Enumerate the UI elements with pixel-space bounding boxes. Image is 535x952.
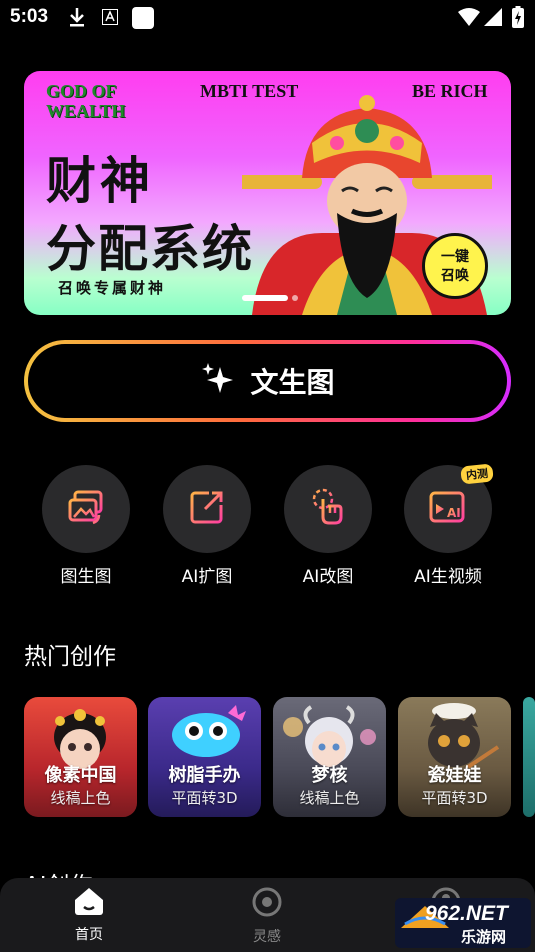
card-subtitle: 平面转3D	[421, 789, 488, 807]
tab-label: 灵感	[253, 929, 281, 945]
card-title: 树脂手办	[168, 765, 241, 786]
carousel-indicator	[292, 295, 298, 301]
tool-image-to-image[interactable]: 图生图	[41, 465, 131, 587]
watermark-brand: 962.NET	[425, 902, 508, 925]
card-subtitle: 线稿上色	[50, 789, 111, 807]
tool-label: AI改图	[302, 567, 354, 587]
status-bar: 5:03	[0, 0, 535, 36]
hot-card-resin-figure[interactable]: 树脂手办 平面转3D	[148, 697, 261, 817]
promo-banner[interactable]: GOD OF WEALTH MBTI TEST BE RICH 财神 分配系统 …	[24, 71, 511, 315]
tool-label: 图生图	[60, 567, 112, 587]
card-subtitle: 线稿上色	[299, 789, 360, 807]
card-subtitle: 平面转3D	[171, 789, 238, 807]
tool-label: AI生视频	[414, 567, 482, 587]
summon-button-label: 一键召唤	[441, 249, 469, 284]
banner-title-line2: 分配系统	[46, 219, 254, 278]
notification-square-icon	[131, 6, 155, 34]
hot-card-partial[interactable]	[523, 697, 535, 817]
tool-ai-expand[interactable]: AI扩图	[162, 465, 252, 587]
sparkle-icon	[200, 361, 236, 401]
tool-ai-video[interactable]: AI AI生视频	[403, 465, 493, 587]
summon-button[interactable]: 一键召唤	[422, 233, 488, 299]
hot-card-pixel-china[interactable]: 像素中国 线稿上色	[24, 697, 137, 817]
font-icon	[102, 9, 118, 29]
site-watermark: 962.NET 乐游网	[395, 898, 531, 948]
tool-ai-edit[interactable]: AI改图	[283, 465, 373, 587]
touch-edit-icon	[308, 487, 348, 531]
card-title: 瓷娃娃	[427, 765, 482, 786]
inspiration-icon	[250, 887, 284, 922]
expand-image-icon	[187, 487, 227, 531]
home-icon	[72, 888, 106, 920]
tab-inspiration[interactable]: 灵感	[227, 886, 307, 946]
card-title: 梦核	[311, 765, 348, 786]
banner-subtitle: 召唤专属财神	[58, 279, 167, 297]
battery-icon	[512, 6, 524, 32]
hot-card-dreamcore[interactable]: 梦核 线稿上色	[273, 697, 386, 817]
banner-title-line1: 财神	[46, 151, 154, 210]
text-to-image-button[interactable]: 文生图	[24, 340, 511, 422]
hot-section-title: 热门创作	[24, 644, 116, 670]
download-icon	[68, 6, 86, 32]
wifi-icon	[458, 8, 480, 30]
tab-home[interactable]: 首页	[49, 886, 129, 944]
image-to-image-icon	[66, 487, 106, 531]
tool-label: AI扩图	[181, 567, 233, 587]
tab-label: 首页	[75, 927, 103, 943]
card-title: 像素中国	[44, 765, 117, 786]
svg-text:AI: AI	[447, 506, 461, 520]
banner-tag-left: GOD OF WEALTH	[46, 81, 126, 121]
carousel-indicator-active	[242, 295, 288, 301]
status-time: 5:03	[10, 6, 49, 27]
signal-icon	[484, 8, 502, 30]
hot-card-porcelain-doll[interactable]: 瓷娃娃 平面转3D	[398, 697, 511, 817]
watermark-site: 乐游网	[461, 928, 507, 946]
ai-video-icon: AI	[427, 487, 469, 531]
text-to-image-label: 文生图	[250, 366, 335, 399]
